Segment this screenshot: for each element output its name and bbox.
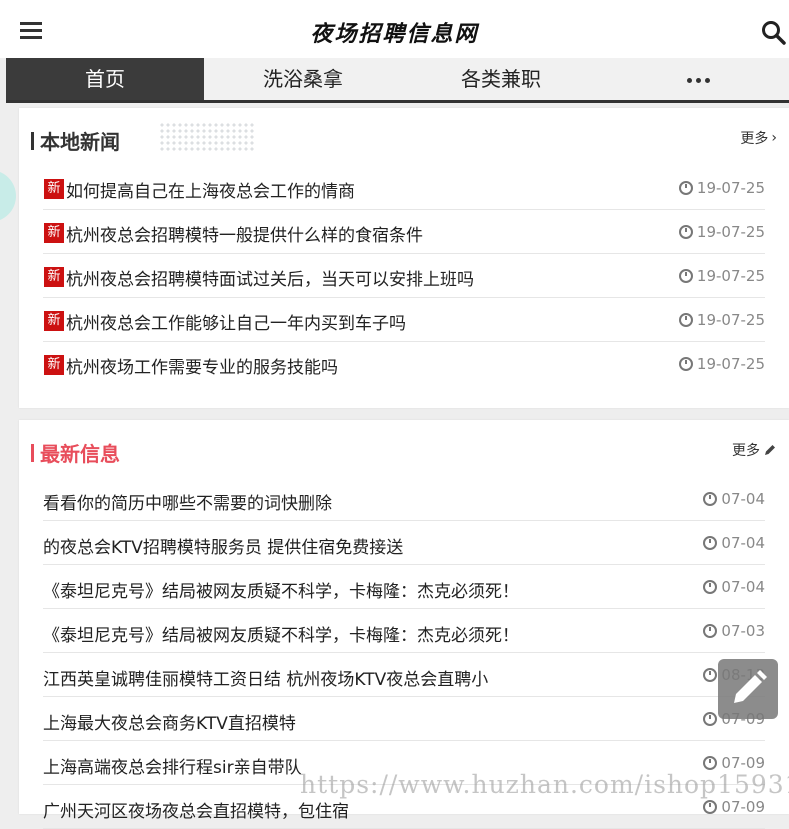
ellipsis-icon[interactable] bbox=[600, 58, 789, 100]
watermark-text: https://www.huzhan.com/ishop15931 bbox=[300, 770, 789, 799]
edit-pencil-icon bbox=[734, 670, 767, 703]
news-title[interactable]: 杭州夜总会招聘模特面试过关后，当天可以安排上班吗 bbox=[66, 265, 474, 290]
new-badge: 新 bbox=[44, 355, 64, 375]
news-title[interactable]: 杭州夜总会工作能够让自己一年内买到车子吗 bbox=[66, 309, 406, 334]
date-text: 19-07-25 bbox=[696, 311, 765, 329]
side-float-tab[interactable] bbox=[0, 170, 16, 222]
new-badge: 新 bbox=[44, 311, 64, 331]
news-date: 19-07-25 bbox=[678, 311, 765, 329]
date-text: 19-07-25 bbox=[696, 179, 765, 197]
clock-icon bbox=[678, 181, 693, 195]
edit-fab-button[interactable] bbox=[718, 659, 778, 719]
list-item[interactable]: 看看你的简历中哪些不需要的词快删除 07-04 bbox=[43, 477, 765, 521]
info-title[interactable]: 广州天河区夜场夜总会直招模特，包住宿 bbox=[43, 797, 349, 822]
new-badge: 新 bbox=[44, 179, 64, 199]
site-title: 夜场招聘信息网 bbox=[310, 21, 479, 47]
date-text: 19-07-25 bbox=[696, 223, 765, 241]
clock-icon bbox=[703, 668, 718, 682]
info-date: 07-04 bbox=[703, 534, 765, 552]
info-date: 07-03 bbox=[703, 622, 765, 640]
date-text: 19-07-25 bbox=[696, 355, 765, 373]
date-text: 07-04 bbox=[721, 578, 765, 596]
info-title[interactable]: 看看你的简历中哪些不需要的词快删除 bbox=[43, 489, 332, 514]
info-title[interactable]: 江西英皇诚聘佳丽模特工资日结 杭州夜场KTV夜总会直聘小 bbox=[43, 665, 488, 690]
info-title[interactable]: 《泰坦尼克号》结局被网友质疑不科学，卡梅隆：杰克必须死！ bbox=[43, 621, 519, 646]
clock-icon bbox=[703, 492, 718, 506]
news-date: 19-07-25 bbox=[678, 179, 765, 197]
info-title[interactable]: 上海高端夜总会排行程sir亲自带队 bbox=[43, 753, 302, 778]
list-item[interactable]: 新 杭州夜总会工作能够让自己一年内买到车子吗 19-07-25 bbox=[43, 298, 765, 342]
local-news-header: 本地新闻 bbox=[31, 126, 120, 155]
new-badge: 新 bbox=[44, 223, 64, 243]
news-date: 19-07-25 bbox=[678, 355, 765, 373]
search-icon[interactable] bbox=[761, 20, 787, 46]
nav-item-part-time[interactable]: 各类兼职 bbox=[402, 58, 600, 100]
main-nav: 首页 洗浴桑拿 各类兼职 bbox=[6, 58, 789, 103]
news-date: 19-07-25 bbox=[678, 223, 765, 241]
list-item[interactable]: 江西英皇诚聘佳丽模特工资日结 杭州夜场KTV夜总会直聘小 08-13 bbox=[43, 653, 765, 697]
latest-info-header: 最新信息 bbox=[31, 438, 120, 467]
date-text: 07-03 bbox=[721, 622, 765, 640]
clock-icon bbox=[678, 313, 693, 327]
date-text: 19-07-25 bbox=[696, 267, 765, 285]
date-text: 07-04 bbox=[721, 490, 765, 508]
local-news-card: 本地新闻 更多 › 新 如何提高自己在上海夜总会工作的情商 19-07-25 新… bbox=[19, 108, 789, 408]
info-title[interactable]: 《泰坦尼克号》结局被网友质疑不科学，卡梅隆：杰克必须死！ bbox=[43, 577, 519, 602]
clock-icon bbox=[678, 269, 693, 283]
chevron-right-icon: › bbox=[771, 130, 777, 146]
section-marker bbox=[31, 131, 34, 150]
top-header: 夜场招聘信息网 bbox=[0, 0, 789, 58]
info-title[interactable]: 的夜总会KTV招聘模特服务员 提供住宿免费接送 bbox=[43, 533, 403, 558]
pixelated-decoration bbox=[159, 122, 255, 152]
clock-icon bbox=[678, 357, 693, 371]
info-date: 07-04 bbox=[703, 578, 765, 596]
local-news-list: 新 如何提高自己在上海夜总会工作的情商 19-07-25 新 杭州夜总会招聘模特… bbox=[43, 166, 765, 385]
news-title[interactable]: 如何提高自己在上海夜总会工作的情商 bbox=[66, 177, 355, 202]
clock-icon bbox=[703, 712, 718, 726]
date-text: 07-04 bbox=[721, 534, 765, 552]
clock-icon bbox=[703, 536, 718, 550]
info-date: 07-04 bbox=[703, 490, 765, 508]
clock-icon bbox=[703, 580, 718, 594]
latest-info-more-link[interactable]: 更多 bbox=[732, 440, 777, 460]
list-item[interactable]: 新 杭州夜总会招聘模特一般提供什么样的食宿条件 19-07-25 bbox=[43, 210, 765, 254]
local-news-title: 本地新闻 bbox=[40, 130, 120, 154]
list-item[interactable]: 的夜总会KTV招聘模特服务员 提供住宿免费接送 07-04 bbox=[43, 521, 765, 565]
list-item[interactable]: 上海最大夜总会商务KTV直招模特 07-09 bbox=[43, 697, 765, 741]
more-label: 更多 bbox=[740, 131, 769, 147]
nav-item-bath-sauna[interactable]: 洗浴桑拿 bbox=[204, 58, 402, 100]
info-title[interactable]: 上海最大夜总会商务KTV直招模特 bbox=[43, 709, 296, 734]
news-date: 19-07-25 bbox=[678, 267, 765, 285]
list-item[interactable]: 《泰坦尼克号》结局被网友质疑不科学，卡梅隆：杰克必须死！ 07-03 bbox=[43, 609, 765, 653]
list-item[interactable]: 《泰坦尼克号》结局被网友质疑不科学，卡梅隆：杰克必须死！ 07-04 bbox=[43, 565, 765, 609]
section-marker bbox=[31, 443, 34, 462]
more-label: 更多 bbox=[732, 443, 760, 459]
latest-info-title: 最新信息 bbox=[40, 442, 120, 466]
local-news-more-link[interactable]: 更多 › bbox=[740, 128, 777, 148]
clock-icon bbox=[703, 800, 718, 814]
latest-info-card: 最新信息 更多 看看你的简历中哪些不需要的词快删除 07-04 的夜总会KTV招… bbox=[19, 420, 789, 829]
news-title[interactable]: 杭州夜总会招聘模特一般提供什么样的食宿条件 bbox=[66, 221, 423, 246]
clock-icon bbox=[703, 624, 718, 638]
pencil-icon bbox=[765, 445, 775, 455]
info-date: 07-09 bbox=[703, 798, 765, 816]
list-item[interactable]: 新 杭州夜场工作需要专业的服务技能吗 19-07-25 bbox=[43, 342, 765, 385]
clock-icon bbox=[678, 225, 693, 239]
clock-icon bbox=[703, 756, 718, 770]
new-badge: 新 bbox=[44, 267, 64, 287]
news-title[interactable]: 杭州夜场工作需要专业的服务技能吗 bbox=[66, 353, 338, 378]
list-item[interactable]: 新 杭州夜总会招聘模特面试过关后，当天可以安排上班吗 19-07-25 bbox=[43, 254, 765, 298]
list-item[interactable]: 新 如何提高自己在上海夜总会工作的情商 19-07-25 bbox=[43, 166, 765, 210]
date-text: 07-09 bbox=[721, 798, 765, 816]
nav-item-home[interactable]: 首页 bbox=[6, 58, 204, 100]
